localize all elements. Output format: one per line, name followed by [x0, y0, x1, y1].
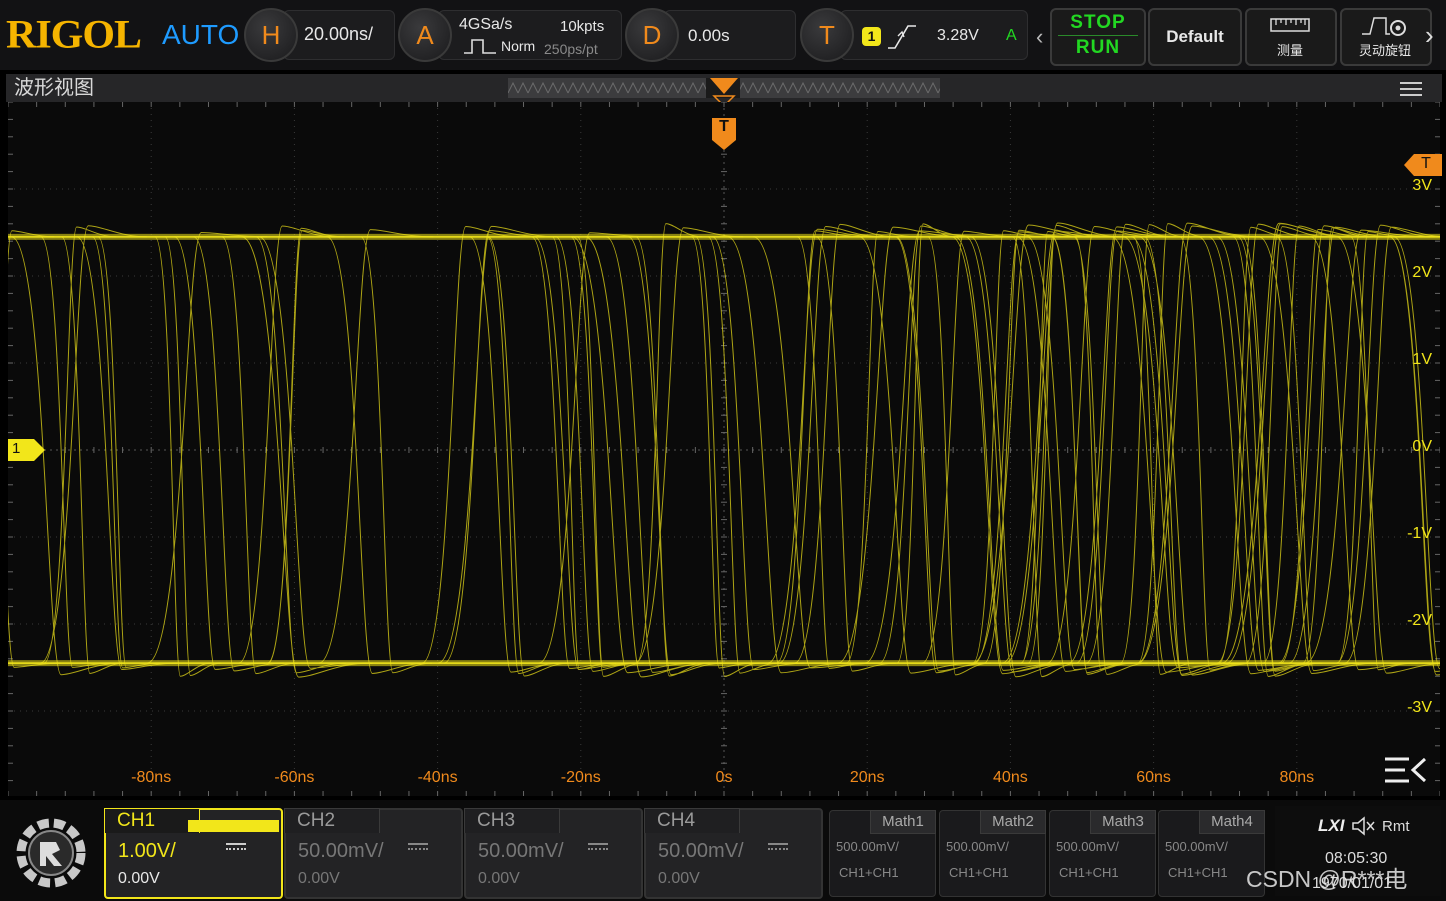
- ch4-tab[interactable]: CH4: [644, 808, 740, 833]
- acquire-pulse-icon: [464, 39, 496, 54]
- x-tick-label: -20ns: [560, 769, 601, 786]
- ch3-tab[interactable]: CH3: [464, 808, 560, 833]
- ch1-ground-label: 1: [12, 440, 21, 457]
- timebase-value: 20.00ns/: [304, 24, 374, 44]
- ch1-tab[interactable]: CH1: [104, 808, 200, 833]
- stop-label: STOP: [1070, 12, 1126, 33]
- ch3-scale: 50.00mV/: [478, 840, 564, 862]
- math3-panel[interactable]: Math3 500.00mV/ CH1+CH1: [1049, 810, 1156, 897]
- ch2-panel[interactable]: CH2 50.00mV/ 0.00V: [284, 808, 463, 899]
- trigger-mode-auto[interactable]: AUTO: [162, 17, 239, 53]
- math3-expr: CH1+CH1: [1059, 865, 1119, 880]
- trigger-source-badge: 1: [862, 27, 881, 46]
- delay-icon[interactable]: D: [625, 8, 679, 62]
- ch3-panel[interactable]: CH3 50.00mV/ 0.00V: [464, 808, 643, 899]
- knob-gear-icon: [1362, 17, 1406, 36]
- x-tick-label: -60ns: [274, 769, 315, 786]
- run-stop-divider: [1058, 35, 1138, 36]
- acquire-mode: Norm: [501, 38, 536, 54]
- acquire-resolution: 250ps/pt: [544, 41, 598, 57]
- math1-tab[interactable]: Math1: [870, 810, 936, 834]
- y-tick-label: -1V: [1407, 525, 1432, 542]
- trigger-level-label: T: [1421, 155, 1431, 172]
- x-tick-label: 20ns: [849, 769, 885, 786]
- ch1-trace-edges: [8, 222, 1440, 678]
- ch4-panel[interactable]: CH4 50.00mV/ 0.00V: [644, 808, 823, 899]
- settings-gear-icon[interactable]: [10, 812, 92, 894]
- lxi-logo: LXI: [1318, 816, 1345, 835]
- ch1-panel[interactable]: CH1 1.00V/ 0.00V: [104, 808, 283, 899]
- x-tick-label: -40ns: [417, 769, 458, 786]
- math2-scale: 500.00mV/: [946, 839, 1009, 854]
- collapse-menu-icon[interactable]: [1383, 754, 1427, 786]
- math2-panel[interactable]: Math2 500.00mV/ CH1+CH1: [939, 810, 1046, 897]
- trigger-icon[interactable]: T: [800, 8, 854, 62]
- x-tick-label: -80ns: [131, 769, 172, 786]
- remote-indicator: Rmt: [1382, 818, 1410, 835]
- math2-tab[interactable]: Math2: [980, 810, 1046, 834]
- default-button[interactable]: Default: [1148, 8, 1242, 66]
- watermark: CSDN @R***电: [1246, 866, 1408, 892]
- x-tick-label: 0s: [715, 769, 733, 786]
- ch1-trace-level: [8, 233, 1440, 236]
- dc-coupling-icon: [768, 843, 788, 852]
- measure-label: 测量: [1276, 43, 1303, 58]
- rigol-logo: RIGOL: [6, 13, 142, 57]
- y-tick-label: 0V: [1412, 438, 1432, 455]
- ch4-offset: 0.00V: [658, 870, 700, 887]
- run-label: RUN: [1075, 37, 1121, 58]
- chevron-right-icon[interactable]: ›: [1425, 20, 1434, 51]
- knob-label: 灵动旋钮: [1358, 43, 1411, 58]
- ch1-waveform-trace: [8, 222, 1440, 678]
- ch1-trace-level: [8, 237, 1440, 240]
- acquire-icon[interactable]: A: [398, 8, 452, 62]
- x-tick-label: 40ns: [993, 769, 1028, 786]
- trigger-sweep: A: [1006, 27, 1017, 44]
- x-tick-label: 60ns: [1136, 769, 1171, 786]
- ch1-trace-level: [8, 660, 1440, 663]
- ch3-offset: 0.00V: [478, 870, 520, 887]
- delay-panel[interactable]: [664, 10, 796, 60]
- trigger-time-label: T: [719, 118, 729, 135]
- ch1-trace-level: [8, 662, 1440, 665]
- y-tick-label: -2V: [1407, 612, 1432, 629]
- math4-scale: 500.00mV/: [1165, 839, 1228, 854]
- ch2-scale: 50.00mV/: [298, 840, 384, 862]
- dc-coupling-icon: [408, 843, 428, 852]
- x-tick-label: 80ns: [1279, 769, 1315, 786]
- ch1-trace-level: [8, 664, 1440, 667]
- math1-expr: CH1+CH1: [839, 865, 899, 880]
- speaker-muted-icon[interactable]: [1351, 816, 1377, 836]
- y-tick-label: 1V: [1412, 351, 1432, 368]
- math3-tab[interactable]: Math3: [1090, 810, 1156, 834]
- rising-edge-icon: [888, 25, 916, 49]
- memory-depth: 10kpts: [560, 18, 605, 35]
- menu-icon[interactable]: [1400, 80, 1422, 96]
- chevron-left-icon[interactable]: ‹: [1036, 24, 1043, 50]
- horizontal-icon[interactable]: H: [244, 8, 298, 62]
- math1-scale: 500.00mV/: [836, 839, 899, 854]
- ruler-icon: [1270, 18, 1310, 32]
- math3-scale: 500.00mV/: [1056, 839, 1119, 854]
- y-tick-label: 2V: [1412, 264, 1432, 281]
- ch2-offset: 0.00V: [298, 870, 340, 887]
- delay-value: 0.00s: [688, 26, 730, 45]
- ch4-scale: 50.00mV/: [658, 840, 744, 862]
- math2-expr: CH1+CH1: [949, 865, 1009, 880]
- y-tick-label: 3V: [1412, 177, 1432, 194]
- dc-coupling-icon: [588, 843, 608, 852]
- math4-expr: CH1+CH1: [1168, 865, 1228, 880]
- sample-rate: 4GSa/s: [459, 16, 513, 33]
- math4-tab[interactable]: Math4: [1199, 810, 1265, 834]
- ch1-offset: 0.00V: [118, 870, 160, 887]
- y-tick-label: -3V: [1407, 699, 1432, 716]
- ch2-tab[interactable]: CH2: [284, 808, 380, 833]
- ch1-scale: 1.00V/: [118, 840, 176, 862]
- ch1-trace-level: [8, 235, 1440, 238]
- trigger-level: 3.28V: [937, 27, 979, 44]
- math1-panel[interactable]: Math1 500.00mV/ CH1+CH1: [829, 810, 936, 897]
- dc-coupling-icon: [226, 843, 246, 852]
- ch1-active-indicator: [188, 820, 279, 832]
- waveform-view-title: 波形视图: [14, 77, 94, 99]
